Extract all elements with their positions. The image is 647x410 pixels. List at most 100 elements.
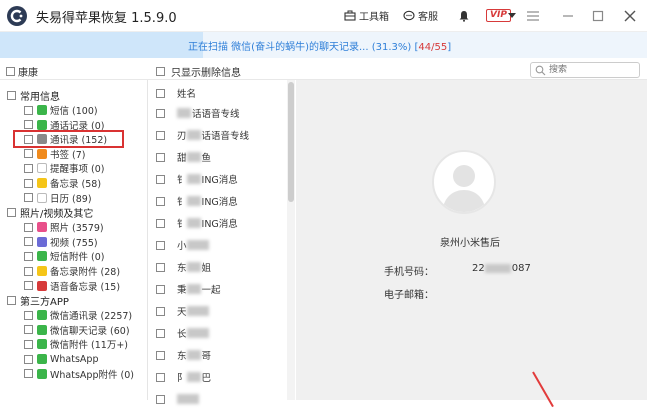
tree-item-common-6[interactable]: 日历 (89) bbox=[24, 191, 92, 205]
tree-item-checkbox[interactable] bbox=[24, 120, 33, 130]
category-checkbox[interactable] bbox=[7, 207, 16, 217]
category-checkbox[interactable] bbox=[7, 295, 16, 305]
tree-item-checkbox[interactable] bbox=[24, 354, 33, 364]
tree-item-common-0[interactable]: 短信 (100) bbox=[24, 103, 98, 117]
tree-item-checkbox[interactable] bbox=[24, 222, 33, 232]
contact-row[interactable]: 话语音专线 bbox=[148, 102, 295, 124]
tree-item-thirdparty-0[interactable]: 微信通讯录 (2257) bbox=[24, 308, 132, 322]
tree-item-checkbox[interactable] bbox=[24, 237, 33, 247]
contact-row-checkbox[interactable] bbox=[156, 350, 165, 360]
app-title: 失易得苹果恢复 1.5.9.0 bbox=[36, 11, 177, 26]
search-input[interactable] bbox=[549, 64, 637, 76]
contact-row[interactable]: 钅 ING消息 bbox=[148, 190, 295, 212]
tree-item-checkbox[interactable] bbox=[24, 149, 33, 159]
contact-row-checkbox[interactable] bbox=[156, 328, 165, 338]
tree-item-common-4[interactable]: 提醒事项 (0) bbox=[24, 161, 104, 175]
contact-row[interactable]: 钅 ING消息 bbox=[148, 212, 295, 234]
tree-item-checkbox[interactable] bbox=[24, 163, 33, 173]
toolbox-button[interactable]: 工具箱 bbox=[344, 8, 389, 23]
contact-row-checkbox[interactable] bbox=[156, 196, 165, 206]
contact-name-prefix: 钅 bbox=[177, 219, 187, 230]
tree-item-checkbox[interactable] bbox=[24, 339, 33, 349]
contact-row-checkbox[interactable] bbox=[156, 262, 165, 272]
tree-item-checkbox[interactable] bbox=[24, 178, 33, 188]
select-all-checkbox[interactable] bbox=[6, 67, 15, 76]
contact-row[interactable]: 天 bbox=[148, 300, 295, 322]
contact-row-checkbox[interactable] bbox=[156, 174, 165, 184]
tree-item-common-3[interactable]: 书签 (7) bbox=[24, 147, 85, 161]
contact-row-checkbox[interactable] bbox=[156, 306, 165, 316]
wechat-icon bbox=[37, 339, 47, 350]
contact-row[interactable]: 钅 ING消息 bbox=[148, 168, 295, 190]
tree-item-media-1[interactable]: 视频 (755) bbox=[24, 235, 98, 249]
deleted-only-checkbox[interactable] bbox=[156, 67, 165, 76]
photos-icon bbox=[37, 222, 47, 233]
title-bar: 失易得苹果恢复 1.5.9.0 工具箱 客服 VIP bbox=[0, 0, 647, 32]
redacted-text bbox=[186, 306, 209, 316]
contact-row-checkbox[interactable] bbox=[156, 108, 165, 118]
category-thirdparty[interactable]: 第三方APP bbox=[7, 293, 69, 308]
search-box[interactable] bbox=[530, 62, 640, 78]
tree-item-label: 微信聊天记录 (60) bbox=[50, 325, 130, 337]
tree-item-thirdparty-4[interactable]: WhatsApp附件 (0) bbox=[24, 367, 134, 381]
tree-item-media-0[interactable]: 照片 (3579) bbox=[24, 220, 104, 234]
tree-item-thirdparty-2[interactable]: 微信附件 (11万+) bbox=[24, 337, 128, 351]
tree-item-checkbox[interactable] bbox=[24, 105, 33, 115]
contact-row-checkbox[interactable] bbox=[156, 284, 165, 294]
tree-item-media-4[interactable]: 语音备忘录 (15) bbox=[24, 279, 120, 293]
contact-row-checkbox[interactable] bbox=[156, 152, 165, 162]
tree-item-checkbox[interactable] bbox=[24, 369, 33, 379]
contact-row-checkbox[interactable] bbox=[156, 218, 165, 228]
tree-item-media-3[interactable]: 备忘录附件 (28) bbox=[24, 264, 120, 278]
category-common[interactable]: 常用信息 bbox=[7, 88, 60, 103]
minimize-icon[interactable] bbox=[560, 8, 576, 24]
category-checkbox[interactable] bbox=[7, 90, 16, 100]
contact-row[interactable]: 秉 一起 bbox=[148, 278, 295, 300]
tree-item-checkbox[interactable] bbox=[24, 251, 33, 261]
tree-item-common-5[interactable]: 备忘录 (58) bbox=[24, 176, 101, 190]
service-button[interactable]: 客服 bbox=[403, 8, 438, 23]
contact-row-checkbox[interactable] bbox=[156, 372, 165, 382]
category-label: 常用信息 bbox=[20, 91, 60, 103]
tree-item-checkbox[interactable] bbox=[24, 281, 33, 291]
menu-icon[interactable] bbox=[525, 8, 541, 24]
tree-item-label: 短信 (100) bbox=[50, 106, 98, 117]
contact-list-select-all[interactable] bbox=[156, 88, 165, 98]
contact-row-checkbox[interactable] bbox=[156, 394, 165, 404]
contact-name-visible: ING消息 bbox=[201, 175, 238, 186]
chevron-down-icon[interactable] bbox=[508, 13, 516, 18]
contact-row-checkbox[interactable] bbox=[156, 130, 165, 140]
tree-item-thirdparty-1[interactable]: 微信聊天记录 (60) bbox=[24, 323, 130, 337]
contact-list-header: 姓名 bbox=[148, 82, 295, 104]
contact-row[interactable]: 刃 话语音专线 bbox=[148, 124, 295, 146]
phone-label: 手机号码： bbox=[384, 267, 434, 278]
tree-item-media-2[interactable]: 短信附件 (0) bbox=[24, 249, 104, 263]
wechat-icon bbox=[37, 324, 47, 335]
tree-item-checkbox[interactable] bbox=[24, 310, 33, 320]
contact-row[interactable]: 阝巴 bbox=[148, 366, 295, 388]
contact-row[interactable]: 小 bbox=[148, 234, 295, 256]
redacted-text bbox=[177, 108, 191, 118]
tree-item-checkbox[interactable] bbox=[24, 325, 33, 335]
whatsapp-icon bbox=[37, 354, 47, 364]
close-icon[interactable] bbox=[622, 8, 638, 24]
chat-bubble-icon bbox=[403, 10, 415, 20]
progress-status: 正在扫描 微信(奋斗的蜗牛)的聊天记录... (31.3%) [44/55] bbox=[188, 42, 452, 53]
maximize-icon[interactable] bbox=[590, 8, 606, 24]
progress-status-text: 正在扫描 微信(奋斗的蜗牛)的聊天记录... (31.3%) bbox=[188, 42, 412, 53]
contact-row[interactable]: 长 bbox=[148, 322, 295, 344]
contact-row[interactable]: 东姐 bbox=[148, 256, 295, 278]
tree-item-thirdparty-3[interactable]: WhatsApp bbox=[24, 352, 98, 366]
message-icon bbox=[37, 105, 47, 115]
contact-name-prefix: 甜 bbox=[177, 153, 187, 164]
tree-item-checkbox[interactable] bbox=[24, 266, 33, 276]
contact-list-scroll-thumb[interactable] bbox=[288, 82, 294, 202]
tree-item-checkbox[interactable] bbox=[24, 193, 33, 203]
contact-row-checkbox[interactable] bbox=[156, 240, 165, 250]
category-media[interactable]: 照片/视频及其它 bbox=[7, 205, 93, 220]
contact-name-visible: 姐 bbox=[201, 263, 212, 274]
contact-row[interactable]: 甜鱼 bbox=[148, 146, 295, 168]
contact-row[interactable] bbox=[148, 388, 295, 410]
contact-row[interactable]: 东哥 bbox=[148, 344, 295, 366]
notification-bell-icon[interactable] bbox=[458, 10, 470, 22]
